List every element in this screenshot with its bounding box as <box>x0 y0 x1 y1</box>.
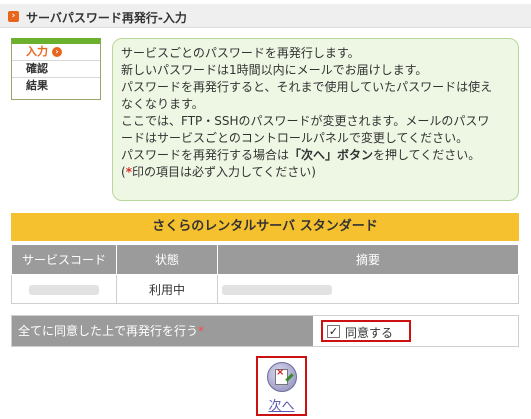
arrow-icon: › <box>8 11 19 22</box>
service-table: サービスコード 状態 摘要 利用中 <box>11 244 519 304</box>
plan-title: さくらのレンタルサーバ スタンダード <box>11 213 519 241</box>
step-input: 入力 › <box>12 44 100 61</box>
agree-checkbox[interactable]: ✓ <box>327 325 340 338</box>
column-header: サービスコード <box>11 244 117 275</box>
agree-checkbox-label[interactable]: 同意する <box>345 324 393 341</box>
info-line: パスワードを再発行する場合は「次へ」ボタンを押してください。 <box>121 147 510 164</box>
status-cell: 利用中 <box>116 274 218 304</box>
close-mark-icon: × <box>276 367 285 378</box>
required-mark: * <box>198 324 205 338</box>
summary-cell <box>217 274 519 304</box>
info-line: ードはサービスごとのコントロールパネルで変更してください。 <box>121 131 469 145</box>
agree-checkbox-group[interactable]: ✓ 同意する <box>321 320 411 342</box>
step-label: 結果 <box>26 79 48 92</box>
redacted-summary <box>222 284 332 295</box>
info-line: なくなります。 <box>121 97 204 111</box>
agreement-label: 全てに同意した上で再発行を行う* <box>12 316 313 346</box>
info-line: 新しいパスワードは1時間以内にメールでお届けします。 <box>121 63 428 77</box>
info-line: (*印の項目は必ず入力してください) <box>121 164 510 181</box>
info-text: パスワードを再発行する場合は <box>121 148 290 162</box>
step-label: 入力 <box>26 45 48 58</box>
next-button-reference: 「次へ」ボタン <box>289 148 374 162</box>
step-result: 結果 <box>12 78 100 95</box>
redacted-service-code <box>29 284 99 295</box>
info-line: パスワードを再発行すると、それまで使用していたパスワードは使え <box>121 80 493 94</box>
agreement-label-text: 全てに同意した上で再発行を行う <box>18 324 199 338</box>
info-line: ここでは、FTP・SSHのパスワードが変更されます。メールのパスワ <box>121 114 490 128</box>
next-button[interactable]: × 次へ <box>256 356 307 416</box>
info-line: サービスごとのパスワードを再発行します。 <box>121 46 360 60</box>
column-header: 摘要 <box>217 244 519 275</box>
service-code-cell <box>11 274 117 304</box>
table-row: 利用中 <box>11 274 519 304</box>
agreement-row: 全てに同意した上で再発行を行う* ✓ 同意する <box>11 315 519 347</box>
column-header: 状態 <box>116 244 218 275</box>
next-button-label[interactable]: 次へ <box>258 395 305 414</box>
current-step-arrow-icon: › <box>52 47 62 57</box>
info-text: を押してください。 <box>373 148 481 162</box>
step-indicator: 入力 › 確認 結果 <box>11 38 101 100</box>
step-confirm: 確認 <box>12 61 100 78</box>
page-title: サーバパスワード再発行-入力 <box>26 11 187 25</box>
step-label: 確認 <box>26 62 48 75</box>
document-edit-icon[interactable]: × <box>267 362 297 392</box>
page-title-bar: › サーバパスワード再発行-入力 <box>0 4 531 28</box>
instructions-box: サービスごとのパスワードを再発行します。 新しいパスワードは1時間以内にメールで… <box>112 38 519 201</box>
info-text: 印の項目は必ず入力してください) <box>131 165 316 179</box>
table-header-row: サービスコード 状態 摘要 <box>11 244 519 275</box>
